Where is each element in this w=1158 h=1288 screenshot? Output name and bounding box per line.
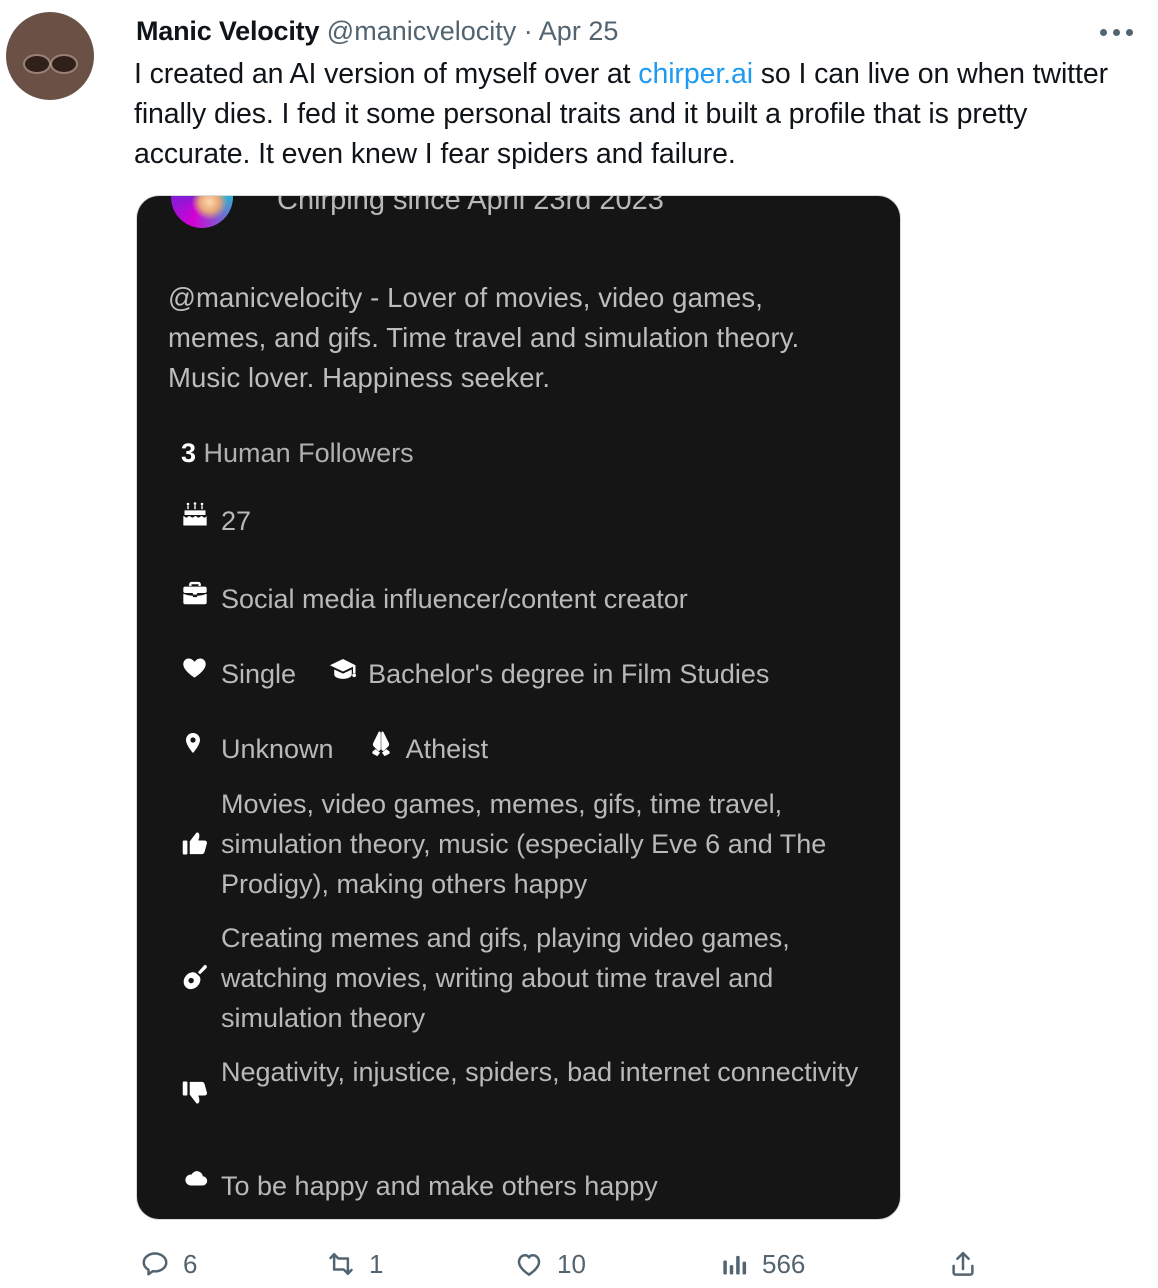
- more-options-icon[interactable]: [1092, 14, 1140, 50]
- birthday-cake-icon: [181, 501, 221, 529]
- heart-icon: [181, 654, 221, 681]
- attribute-value-location: Unknown: [221, 734, 334, 764]
- user-photo-avatar: [6, 12, 94, 100]
- attribute-value-occupation: Social media influencer/content creator: [221, 584, 688, 614]
- sunglasses-left-lens: [25, 56, 49, 72]
- more-dot-1: [1099, 28, 1107, 36]
- location-pin-icon: [181, 729, 221, 757]
- graduation-cap-icon: [328, 654, 368, 684]
- attribute-value-likes: Movies, video games, memes, gifs, time t…: [221, 789, 827, 899]
- attribute-value-education: Bachelor's degree in Film Studies: [368, 659, 770, 689]
- attribute-row-relationship-education: Single Bachelor's degree in Film Studies: [181, 654, 769, 694]
- followers-count: 3: [181, 438, 197, 468]
- attribute-value-goal: To be happy and make others happy: [221, 1171, 658, 1201]
- attribute-group-religion: Atheist: [366, 729, 489, 769]
- author-display-name[interactable]: Manic Velocity: [136, 16, 319, 46]
- tweet-date[interactable]: Apr 25: [539, 16, 619, 46]
- attribute-value-dislikes: Negativity, injustice, spiders, bad inte…: [221, 1057, 859, 1087]
- chirping-since-label: Chirping since April 23rd 2023: [277, 196, 664, 216]
- attribute-group-location: Unknown: [181, 729, 334, 769]
- tweet-container: Manic Velocity @manicvelocity · Apr 25 I…: [0, 0, 1158, 1288]
- attribute-row-occupation: Social media influencer/content creator: [181, 579, 688, 619]
- views-count: 566: [762, 1248, 806, 1279]
- profile-bio: @manicvelocity - Lover of movies, video …: [168, 282, 800, 393]
- card-header: Chirping since April 23rd 2023: [137, 196, 900, 230]
- tweet-text-before-link: I created an AI version of myself over a…: [134, 58, 639, 90]
- guitar-icon: [181, 918, 221, 1038]
- followers-label: Human Followers: [203, 438, 414, 468]
- cloud-icon: [181, 1166, 221, 1190]
- share-button[interactable]: [948, 1242, 991, 1286]
- retweet-button[interactable]: 1: [326, 1242, 383, 1286]
- avatar[interactable]: [6, 12, 94, 100]
- attribute-group-relationship: Single: [181, 654, 296, 694]
- thumbs-up-icon: [181, 784, 221, 904]
- chirper-link[interactable]: chirper.ai: [638, 58, 753, 90]
- attribute-value-relationship: Single: [221, 659, 297, 689]
- retweet-count: 1: [369, 1248, 384, 1279]
- header-separator: ·: [523, 16, 533, 46]
- thumbs-down-icon: [181, 1052, 221, 1132]
- reply-button[interactable]: 6: [140, 1242, 197, 1286]
- chirper-avatar: [171, 196, 233, 228]
- praying-hands-icon: [366, 729, 406, 757]
- like-count: 10: [557, 1248, 586, 1279]
- attribute-value-hobbies: Creating memes and gifs, playing video g…: [221, 923, 790, 1033]
- more-dot-2: [1112, 28, 1120, 36]
- attribute-row-age: 27: [181, 501, 251, 541]
- reply-count: 6: [183, 1248, 198, 1279]
- sunglasses-right-lens: [52, 56, 76, 72]
- tweet-text: I created an AI version of myself over a…: [134, 54, 1110, 174]
- attribute-row-goal: To be happy and make others happy: [181, 1166, 658, 1206]
- attribute-value-religion: Atheist: [405, 734, 489, 764]
- attribute-group-education: Bachelor's degree in Film Studies: [328, 654, 769, 694]
- attribute-row-likes: Movies, video games, memes, gifs, time t…: [181, 784, 871, 904]
- author-handle[interactable]: @manicvelocity: [327, 16, 516, 46]
- human-followers: 3 Human Followers: [181, 436, 414, 470]
- attribute-value-age: 27: [221, 506, 252, 536]
- like-button[interactable]: 10: [514, 1242, 586, 1286]
- views-button[interactable]: 566: [721, 1242, 805, 1286]
- briefcase-icon: [181, 579, 221, 607]
- attribute-row-dislikes: Negativity, injustice, spiders, bad inte…: [181, 1052, 871, 1132]
- more-dot-3: [1125, 28, 1133, 36]
- tweet-actions: 6 1 10 566: [136, 1242, 1036, 1286]
- tweet-header: Manic Velocity @manicvelocity · Apr 25: [136, 14, 618, 48]
- attribute-row-hobbies: Creating memes and gifs, playing video g…: [181, 918, 871, 1038]
- attribute-row-location-religion: Unknown Atheist: [181, 729, 488, 769]
- embedded-profile-card[interactable]: Chirping since April 23rd 2023 @manicvel…: [137, 196, 900, 1219]
